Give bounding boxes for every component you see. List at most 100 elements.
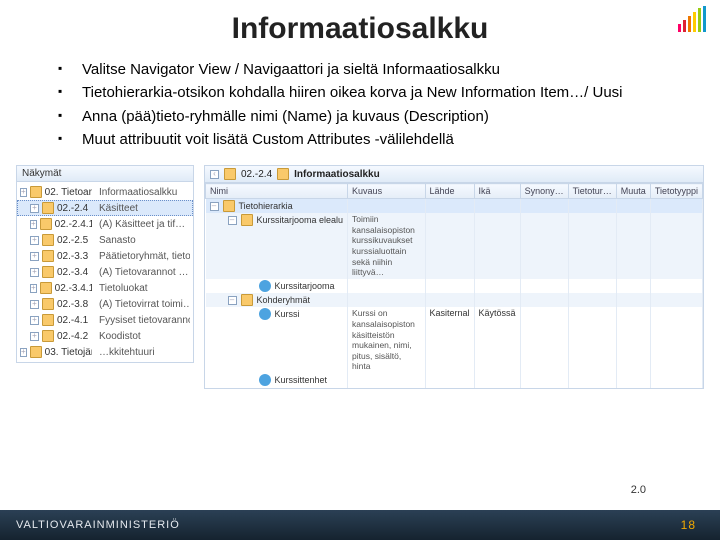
row-desc bbox=[348, 279, 425, 294]
bullet-item: Anna (pää)tieto-ryhmälle nimi (Name) ja … bbox=[58, 107, 662, 127]
detail-table[interactable]: NimiKuvausLähdeIkäSynony…Tietotur…MuutaT… bbox=[205, 183, 703, 388]
nav-item-desc: Koodistot bbox=[95, 331, 190, 342]
nav-item-label: 02.-2.4.1 bbox=[55, 219, 92, 230]
folder-icon bbox=[42, 298, 54, 310]
detail-breadcrumb: ‹ 02.-2.4 Informaatiosalkku bbox=[205, 166, 703, 183]
folder-icon bbox=[42, 314, 54, 326]
folder-icon bbox=[30, 186, 42, 198]
item-icon bbox=[259, 280, 271, 292]
table-row[interactable]: – Kurssitarjooma elealu Toimiin kansalaiso… bbox=[206, 213, 703, 279]
column-header[interactable]: Kuvaus bbox=[348, 184, 425, 199]
expand-icon[interactable]: + bbox=[30, 252, 39, 261]
row-desc bbox=[348, 373, 425, 388]
table-row[interactable]: Kurssittenhet bbox=[206, 373, 703, 388]
expand-icon[interactable]: + bbox=[30, 332, 39, 341]
column-header[interactable]: Tietotyyppi bbox=[650, 184, 702, 199]
folder-icon bbox=[42, 250, 54, 262]
expand-icon[interactable]: – bbox=[228, 296, 237, 305]
expand-icon[interactable]: – bbox=[210, 202, 219, 211]
back-icon[interactable]: ‹ bbox=[210, 170, 219, 179]
nav-tree-item[interactable]: +02.-4.1 Fyysiset tietovarannot bbox=[17, 312, 193, 328]
expand-icon[interactable]: – bbox=[228, 216, 237, 225]
folder-icon bbox=[241, 294, 253, 306]
expand-icon[interactable]: + bbox=[20, 348, 27, 357]
nav-item-desc: Käsitteet bbox=[95, 203, 190, 214]
bullet-item: Muut attribuutit voit lisätä Custom Attr… bbox=[58, 130, 662, 150]
nav-item-label: 02.-2.5 bbox=[57, 235, 88, 246]
brand-stripes bbox=[678, 6, 706, 32]
row-name: Tietohierarkia bbox=[239, 201, 293, 211]
nav-item-desc: Informaatiosalkku bbox=[95, 187, 190, 198]
folder-icon bbox=[224, 168, 236, 180]
footer-bar: VALTIOVARAINMINISTERIÖ 18 bbox=[0, 510, 720, 540]
nav-item-desc: Päätietoryhmät, tieto… bbox=[95, 251, 190, 262]
nav-tree-item[interactable]: +02.-3.3Päätietoryhmät, tieto… bbox=[17, 248, 193, 264]
nav-tree-item[interactable]: +02.-2.4.1(A) Käsitteet ja tif… bbox=[17, 216, 193, 232]
nav-item-label: 02.-4.1 bbox=[57, 315, 88, 326]
folder-icon bbox=[223, 200, 235, 212]
row-name: Kurssitarjooma bbox=[275, 281, 335, 291]
column-header[interactable]: Ikä bbox=[474, 184, 520, 199]
table-row[interactable]: Kurssitarjooma bbox=[206, 279, 703, 294]
nav-item-label: 02.-2.4 bbox=[57, 203, 88, 214]
expand-icon[interactable]: + bbox=[30, 236, 39, 245]
nav-item-desc: …kkitehtuuri bbox=[95, 347, 190, 358]
nav-item-label: 02. Tietoarkkitehtuuri bbox=[45, 187, 92, 198]
column-header[interactable]: Muuta bbox=[616, 184, 650, 199]
breadcrumb-name: Informaatiosalkku bbox=[294, 169, 380, 180]
nav-item-desc: Sanasto bbox=[95, 235, 190, 246]
folder-icon bbox=[40, 218, 52, 230]
nav-tree-item[interactable]: +02.-3.4.1Tietoluokat bbox=[17, 280, 193, 296]
nav-tree-item[interactable]: +03. Tietojärjestelmä……kkitehtuuri bbox=[17, 344, 193, 360]
nav-tree-item[interactable]: +02.-2.5 Sanasto bbox=[17, 232, 193, 248]
column-header[interactable]: Synony… bbox=[520, 184, 568, 199]
column-header[interactable]: Tietotur… bbox=[568, 184, 616, 199]
column-header[interactable]: Lähde bbox=[425, 184, 474, 199]
nav-item-desc: (A) Tietovirrat toimi… bbox=[95, 299, 190, 310]
version-label: 2.0 bbox=[631, 484, 646, 496]
footer-brand: VALTIOVARAINMINISTERIÖ bbox=[16, 519, 180, 531]
row-desc bbox=[348, 293, 425, 307]
expand-icon[interactable]: + bbox=[30, 284, 37, 293]
folder-icon bbox=[42, 330, 54, 342]
nav-tree-item[interactable]: +02. TietoarkkitehtuuriInformaatiosalkku bbox=[17, 184, 193, 200]
expand-icon[interactable]: + bbox=[30, 316, 39, 325]
table-row[interactable]: Kurssi Kurssi on kansalaisopiston käsitte… bbox=[206, 307, 703, 373]
nav-item-label: 02.-3.8 bbox=[57, 299, 88, 310]
detail-panel: ‹ 02.-2.4 Informaatiosalkku NimiKuvausLä… bbox=[204, 165, 704, 389]
nav-item-label: 02.-3.4.1 bbox=[55, 283, 92, 294]
expand-icon[interactable]: + bbox=[30, 268, 39, 277]
nav-item-desc: Fyysiset tietovarannot bbox=[95, 315, 190, 326]
row-name: Kurssi bbox=[275, 309, 300, 319]
nav-item-desc: (A) Tietovarannot … bbox=[95, 267, 190, 278]
expand-icon[interactable]: + bbox=[20, 188, 27, 197]
navigator-tree[interactable]: +02. TietoarkkitehtuuriInformaatiosalkku… bbox=[16, 182, 194, 363]
item-icon bbox=[259, 308, 271, 320]
bullet-list: Valitse Navigator View / Navigaattori ja… bbox=[0, 60, 720, 165]
folder-icon bbox=[42, 202, 54, 214]
column-header[interactable]: Nimi bbox=[206, 184, 348, 199]
bullet-item: Tietohierarkia-otsikon kohdalla hiiren o… bbox=[58, 83, 662, 103]
folder-icon bbox=[30, 346, 42, 358]
row-desc: Kurssi on kansalaisopiston käsitteistön … bbox=[348, 307, 425, 373]
row-name: Kurssittenhet bbox=[275, 375, 328, 385]
nav-tree-item[interactable]: +02.-3.8 (A) Tietovirrat toimi… bbox=[17, 296, 193, 312]
nav-tree-item[interactable]: +02.-3.4 (A) Tietovarannot … bbox=[17, 264, 193, 280]
nav-item-label: 02.-3.4 bbox=[57, 267, 88, 278]
folder-icon bbox=[42, 266, 54, 278]
table-row[interactable]: – Tietohierarkia bbox=[206, 199, 703, 214]
folder-icon bbox=[42, 234, 54, 246]
row-name: Kurssitarjooma elealu bbox=[257, 215, 344, 225]
navigator-header: Näkymät bbox=[16, 165, 194, 182]
nav-item-label: 02.-4.2 bbox=[57, 331, 88, 342]
nav-tree-item[interactable]: +02.-4.2 Koodistot bbox=[17, 328, 193, 344]
expand-icon[interactable]: + bbox=[30, 204, 39, 213]
table-row[interactable]: –Kohderyhmät bbox=[206, 293, 703, 307]
navigator-panel: Näkymät +02. TietoarkkitehtuuriInformaat… bbox=[16, 165, 194, 389]
nav-tree-item[interactable]: +02.-2.4 Käsitteet bbox=[17, 200, 193, 216]
expand-icon[interactable]: + bbox=[30, 220, 37, 229]
page-number: 18 bbox=[681, 518, 696, 532]
nav-item-desc: (A) Käsitteet ja tif… bbox=[95, 219, 190, 230]
row-desc: Toimiin kansalaisopiston kurssikuvaukset… bbox=[348, 213, 425, 279]
expand-icon[interactable]: + bbox=[30, 300, 39, 309]
